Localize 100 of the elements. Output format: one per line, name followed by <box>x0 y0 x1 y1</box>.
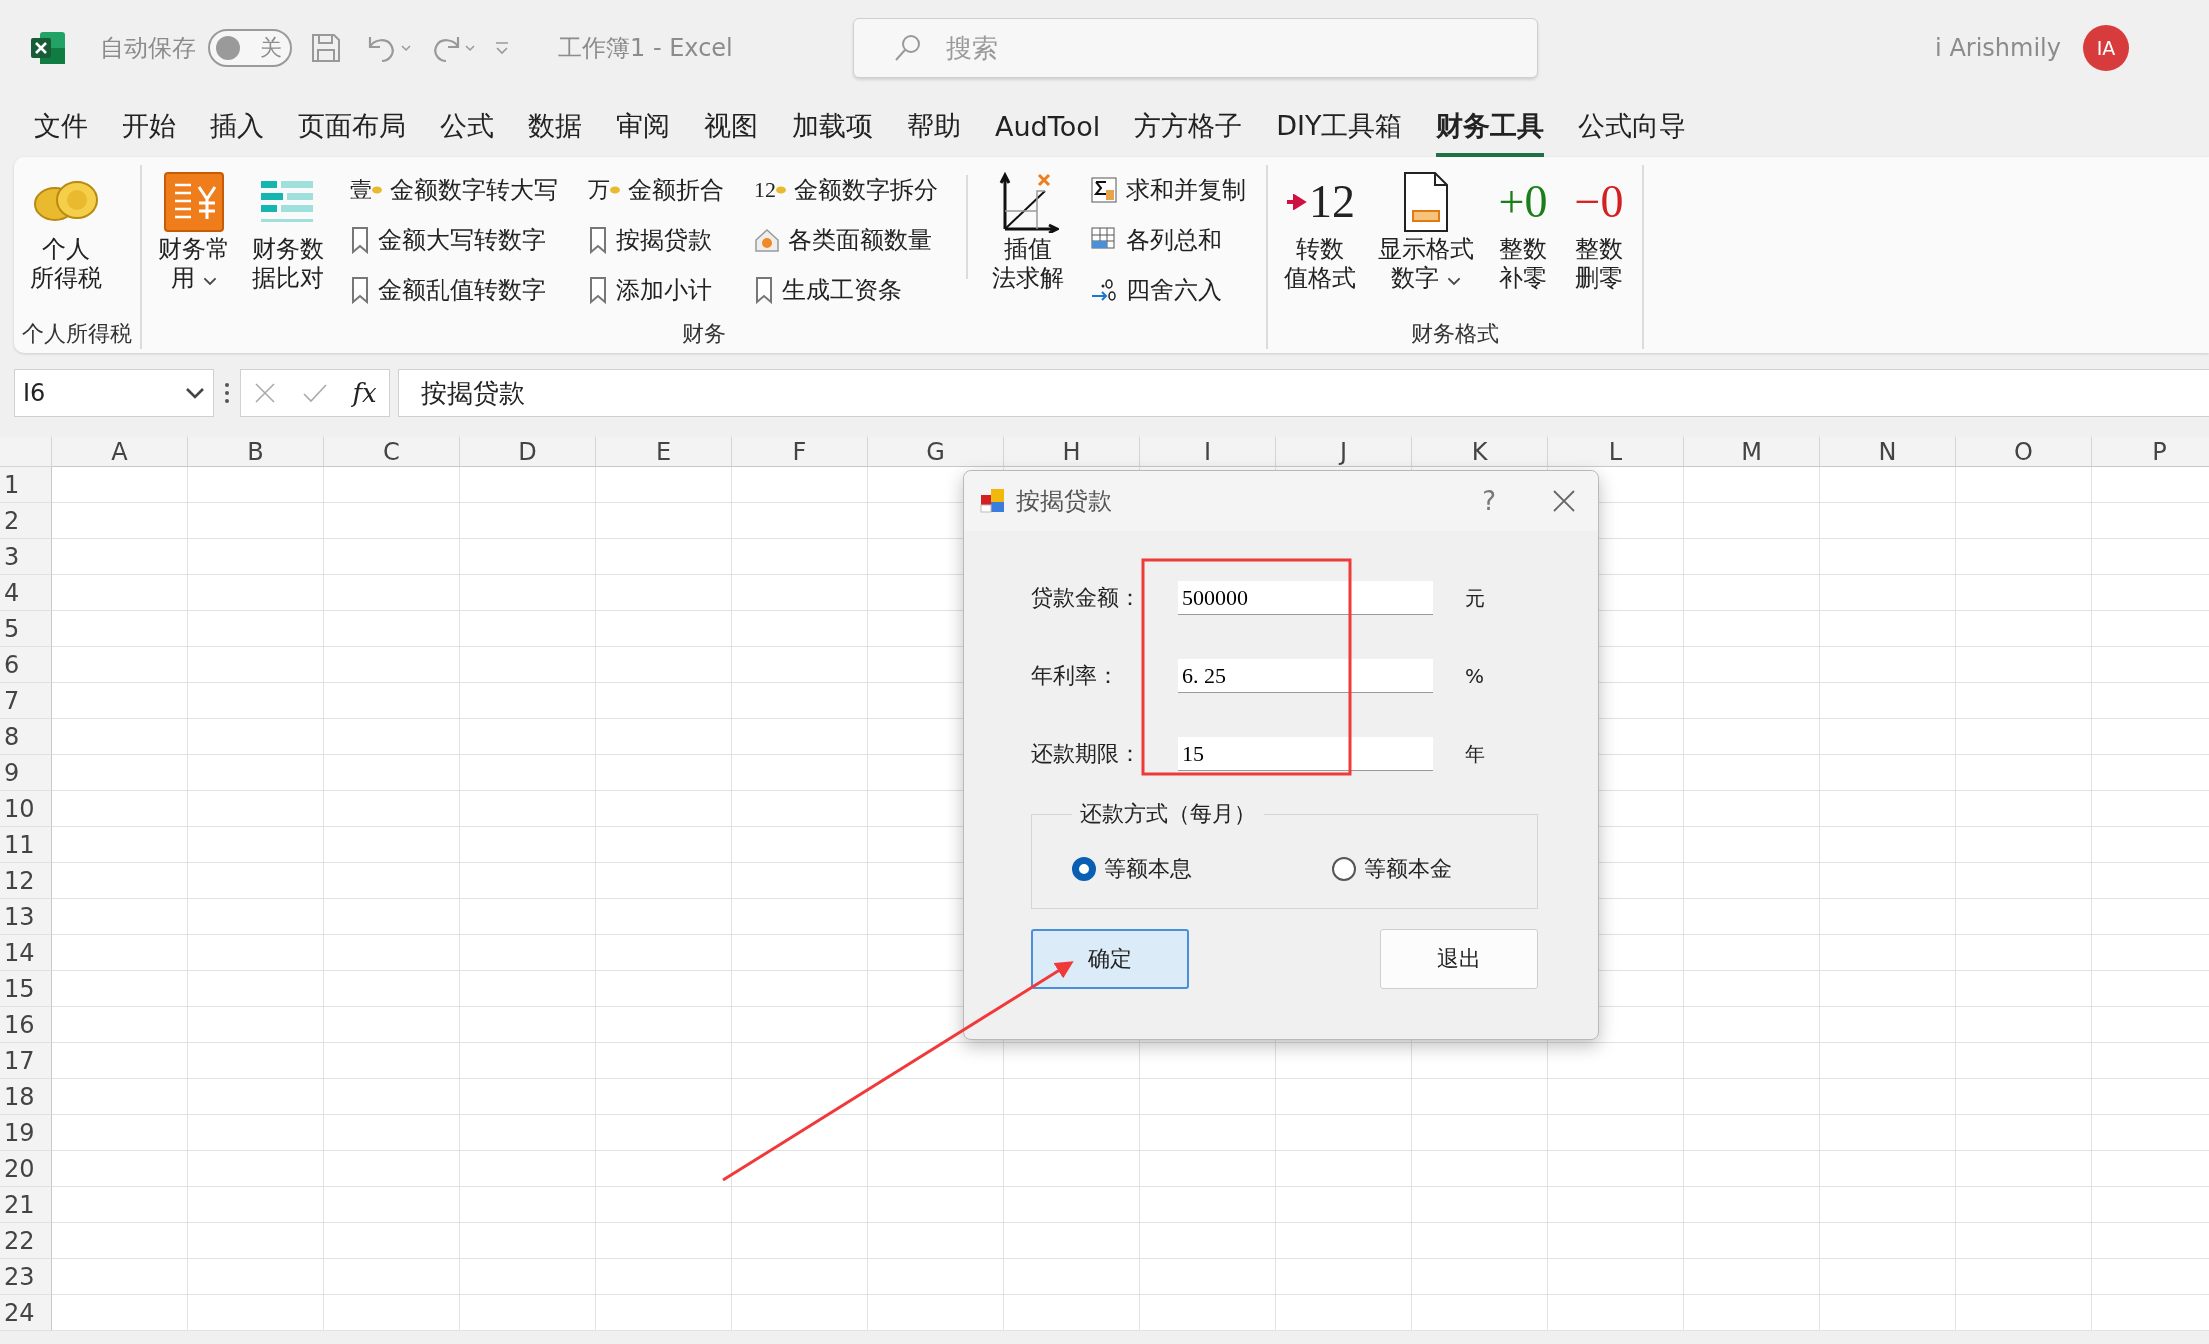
help-button[interactable]: ? <box>1476 485 1502 517</box>
menu-tab[interactable]: 插入 <box>210 95 264 157</box>
ribbon-small-button[interactable]: 12 金额数字拆分 <box>748 165 944 215</box>
ribbon-small-button[interactable]: 按揭贷款 <box>582 215 730 265</box>
axes-icon <box>997 171 1059 233</box>
exit-button[interactable]: 退出 <box>1380 929 1538 989</box>
column-header[interactable]: A <box>52 437 188 467</box>
row-header[interactable]: 19 <box>0 1115 52 1151</box>
ribbon-button[interactable]: 显示格式 数字 <box>1370 165 1482 297</box>
ribbon-button[interactable]: 财务数 据比对 <box>244 165 332 297</box>
save-icon[interactable] <box>310 31 342 64</box>
input-field[interactable]: 500000 <box>1178 581 1433 615</box>
row-header[interactable]: 5 <box>0 611 52 647</box>
menu-tab[interactable]: 文件 <box>34 95 88 157</box>
column-header[interactable]: B <box>188 437 324 467</box>
menu-tab[interactable]: 视图 <box>704 95 758 157</box>
column-header[interactable]: D <box>460 437 596 467</box>
ribbon-button[interactable]: 财务常 用 <box>150 165 238 297</box>
row-header[interactable]: 13 <box>0 899 52 935</box>
select-all-corner[interactable] <box>0 437 52 467</box>
row-header[interactable]: 11 <box>0 827 52 863</box>
column-header[interactable]: J <box>1276 437 1412 467</box>
ribbon-small-button[interactable]: 万 金额折合 <box>582 165 730 215</box>
insert-function-button[interactable]: fx <box>352 378 377 408</box>
row-header[interactable]: 9 <box>0 755 52 791</box>
cancel-icon[interactable] <box>253 381 278 405</box>
ribbon-small-button[interactable]: 添加小计 <box>582 265 730 315</box>
column-header[interactable]: I <box>1140 437 1276 467</box>
field-label: 还款期限： <box>1031 740 1142 768</box>
formula-input[interactable]: 按揭贷款 <box>398 369 2209 417</box>
column-header[interactable]: H <box>1004 437 1140 467</box>
column-header[interactable]: M <box>1684 437 1820 467</box>
menu-tab[interactable]: 开始 <box>122 95 176 157</box>
ribbon-button[interactable]: −0 整数 删零 <box>1564 165 1634 297</box>
ribbon-small-button[interactable]: 求和并复制 <box>1084 165 1252 215</box>
column-header[interactable]: G <box>868 437 1004 467</box>
ok-button[interactable]: 确定 <box>1031 929 1189 989</box>
row-header[interactable]: 6 <box>0 647 52 683</box>
menu-tab[interactable]: 页面布局 <box>298 95 406 157</box>
row-header[interactable]: 21 <box>0 1187 52 1223</box>
ribbon-small-button[interactable]: 金额乱值转数字 <box>344 265 564 315</box>
group-title: 还款方式（每月） <box>1079 800 1257 828</box>
ribbon-button[interactable]: +0 整数 补零 <box>1488 165 1558 297</box>
ribbon-group-label: 个人所得税 <box>22 320 132 348</box>
column-header[interactable]: O <box>1956 437 2092 467</box>
column-header[interactable]: L <box>1548 437 1684 467</box>
ribbon-button[interactable]: 12 转数 值格式 <box>1276 165 1364 297</box>
name-box[interactable]: I6 <box>14 369 214 417</box>
menu-tab[interactable]: 审阅 <box>616 95 670 157</box>
row-header[interactable]: 3 <box>0 539 52 575</box>
row-header[interactable]: 14 <box>0 935 52 971</box>
row-header[interactable]: 7 <box>0 683 52 719</box>
ribbon-small-button[interactable]: 金额大写转数字 <box>344 215 564 265</box>
column-header[interactable]: K <box>1412 437 1548 467</box>
radio-option[interactable]: 等额本金 <box>1332 853 1452 884</box>
row-header[interactable]: 17 <box>0 1043 52 1079</box>
input-field[interactable]: 15 <box>1178 737 1433 771</box>
row-header[interactable]: 22 <box>0 1223 52 1259</box>
menu-tab[interactable]: DIY工具箱 <box>1276 95 1403 157</box>
row-header[interactable]: 15 <box>0 971 52 1007</box>
caret-icon <box>185 387 205 399</box>
column-header[interactable]: P <box>2092 437 2209 467</box>
row-header[interactable]: 2 <box>0 503 52 539</box>
menu-tab[interactable]: 方方格子 <box>1134 95 1243 157</box>
ribbon-small-button[interactable]: 各类面额数量 <box>748 215 944 265</box>
row-header[interactable]: 1 <box>0 467 52 503</box>
ribbon-small-button[interactable]: 各列总和 <box>1084 215 1252 265</box>
ribbon-button[interactable]: 插值 法求解 <box>984 165 1072 297</box>
column-header[interactable]: N <box>1820 437 1956 467</box>
row-header[interactable]: 18 <box>0 1079 52 1115</box>
decimal-icon <box>1090 276 1118 304</box>
ribbon-small-button[interactable]: 生成工资条 <box>748 265 944 315</box>
ribbon-button[interactable]: 个人 所得税 <box>22 165 110 297</box>
ribbon-small-button[interactable]: 四舍六入 <box>1084 265 1252 315</box>
search-field[interactable]: 搜索 <box>852 17 1538 78</box>
row-header[interactable]: 24 <box>0 1295 52 1331</box>
menu-tab[interactable]: 加载项 <box>792 95 873 157</box>
column-header[interactable]: E <box>596 437 732 467</box>
row-header[interactable]: 4 <box>0 575 52 611</box>
row-header[interactable]: 12 <box>0 863 52 899</box>
input-field[interactable]: 6. 25 <box>1178 659 1433 693</box>
row-header[interactable]: 16 <box>0 1007 52 1043</box>
number-icon: −0 <box>1574 174 1624 230</box>
menu-tab[interactable]: 公式向导 <box>1578 95 1687 157</box>
row-header[interactable]: 10 <box>0 791 52 827</box>
check-icon[interactable] <box>301 382 328 404</box>
row-header[interactable]: 23 <box>0 1259 52 1295</box>
ribbon-small-button[interactable]: 壹 金额数字转大写 <box>344 165 564 215</box>
document-icon <box>1401 171 1451 233</box>
menu-tab[interactable]: 公式 <box>440 95 494 157</box>
user-avatar[interactable]: IA <box>2083 24 2129 71</box>
menu-tab[interactable]: AudTool <box>995 95 1101 157</box>
row-header[interactable]: 8 <box>0 719 52 755</box>
column-header[interactable]: F <box>732 437 868 467</box>
radio-option[interactable]: 等额本息 <box>1072 853 1192 884</box>
row-header[interactable]: 20 <box>0 1151 52 1187</box>
menu-tab[interactable]: 数据 <box>528 95 582 157</box>
close-icon[interactable] <box>1552 489 1576 513</box>
column-header[interactable]: C <box>324 437 460 467</box>
menu-tab[interactable]: 帮助 <box>907 95 961 157</box>
